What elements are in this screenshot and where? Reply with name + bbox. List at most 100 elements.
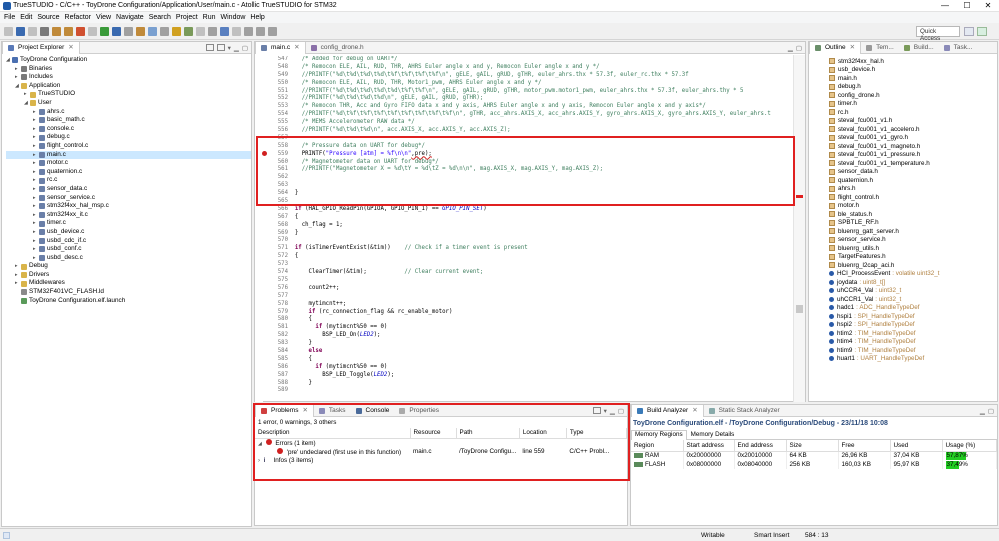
perspective-debug-icon[interactable]: [977, 27, 987, 36]
minimize-view-icon[interactable]: ▁: [980, 407, 985, 415]
open-type-icon[interactable]: [147, 27, 157, 36]
outline-item[interactable]: bluenrg_utils.h: [829, 244, 997, 253]
close-button[interactable]: ✕: [978, 0, 998, 12]
outline-item[interactable]: TargetFeatures.h: [829, 253, 997, 262]
tree-item[interactable]: ▸ main.c: [6, 150, 251, 160]
outline-item[interactable]: HCI_ProcessEvent: volatile uint32_t: [829, 270, 997, 279]
menu-refactor[interactable]: Refactor: [65, 14, 91, 21]
tab-build-analyzer[interactable]: Build Analyzer ✕: [631, 404, 704, 417]
outline-item[interactable]: bluenrg_l2cap_aci.h: [829, 261, 997, 270]
minimize-view-icon[interactable]: ▁: [788, 44, 793, 52]
prev-annotation-icon[interactable]: [195, 27, 205, 36]
maximize-view-icon[interactable]: ▢: [796, 44, 802, 52]
tree-item[interactable]: ▸ timer.c: [6, 219, 251, 228]
memory-region-row[interactable]: FLASH 0x08000000 0x08040000 256 KB 160,03 KB…: [631, 460, 997, 469]
outline-item[interactable]: hspi1: SPI_HandleTypeDef: [829, 312, 997, 321]
column-size[interactable]: Size: [786, 440, 839, 452]
next-annotation-icon[interactable]: [183, 27, 193, 36]
minimize-button[interactable]: —: [935, 0, 955, 12]
menu-source[interactable]: Source: [37, 14, 59, 21]
back-icon[interactable]: [219, 27, 229, 36]
tab-project-explorer[interactable]: Project Explorer ✕: [2, 41, 80, 54]
tree-item[interactable]: ▸ console.c: [6, 125, 251, 134]
quick-access-field[interactable]: Quick Access: [916, 26, 960, 42]
tab-main-c[interactable]: main.c ✕: [255, 41, 306, 54]
forward-icon[interactable]: [231, 27, 241, 36]
menu-edit[interactable]: Edit: [20, 14, 32, 21]
tree-item[interactable]: ▸ stm32f4xx_hal_msp.c: [6, 202, 251, 211]
tab-outline[interactable]: Outline ✕: [809, 41, 862, 54]
tree-item[interactable]: ◢ ToyDrone Configuration: [6, 56, 251, 65]
tree-item[interactable]: ▸ quaternion.c: [6, 168, 251, 177]
maximize-button[interactable]: ☐: [957, 0, 977, 12]
outline-item[interactable]: steval_fcu001_v1_magneto.h: [829, 142, 997, 151]
outline-item[interactable]: sensor_service.h: [829, 236, 997, 245]
outline-item[interactable]: joydata: uint8_t[]: [829, 278, 997, 287]
column-usage[interactable]: Usage (%): [942, 440, 997, 452]
minimize-view-icon[interactable]: ▁: [234, 44, 239, 52]
build-all-icon[interactable]: [63, 27, 73, 36]
close-tab-icon[interactable]: ✕: [850, 42, 855, 54]
outline-item[interactable]: flight_control.h: [829, 193, 997, 202]
close-tab-icon[interactable]: ✕: [692, 405, 697, 417]
column-end-address[interactable]: End address: [734, 440, 787, 452]
menu-navigate[interactable]: Navigate: [116, 14, 144, 21]
tree-item[interactable]: ▸ Binaries: [6, 65, 251, 74]
scroll-thumb[interactable]: [796, 305, 803, 313]
outline-item[interactable]: uhCCR4_Val: uint32_t: [829, 287, 997, 296]
tree-item[interactable]: ▸ motor.c: [6, 159, 251, 168]
tab-task-list[interactable]: Task...: [939, 42, 978, 54]
outline-item[interactable]: bluenrg_gatt_server.h: [829, 227, 997, 236]
save-icon[interactable]: [15, 27, 25, 36]
outline-item[interactable]: sensor_data.h: [829, 168, 997, 177]
outline-item[interactable]: steval_fcu001_v1.h: [829, 117, 997, 126]
tree-item[interactable]: ▸ Debug: [6, 262, 251, 271]
tree-item[interactable]: ▸ basic_math.c: [6, 116, 251, 125]
outline-item[interactable]: steval_fcu001_v1_pressure.h: [829, 151, 997, 160]
outline-item[interactable]: steval_fcu001_v1_accelero.h: [829, 125, 997, 134]
tab-build-targets[interactable]: Build...: [899, 42, 939, 54]
tree-item[interactable]: ▸ usbd_conf.c: [6, 245, 251, 254]
close-tab-icon[interactable]: ✕: [294, 42, 299, 54]
save-all-icon[interactable]: [27, 27, 37, 36]
tools-icon[interactable]: [135, 27, 145, 36]
link-editor-icon[interactable]: [216, 44, 225, 51]
tree-item[interactable]: ▸ Drivers: [6, 271, 251, 280]
tree-item[interactable]: ▸ stm32f4xx_it.c: [6, 211, 251, 220]
maximize-view-icon[interactable]: ▢: [242, 44, 248, 52]
more-icon[interactable]: [267, 27, 277, 36]
tree-item[interactable]: ▸ usb_device.c: [6, 228, 251, 237]
menu-view[interactable]: View: [96, 14, 111, 21]
column-region[interactable]: Region: [631, 440, 684, 452]
print-icon[interactable]: [39, 27, 49, 36]
outline-item[interactable]: steval_fcu001_v1_temperature.h: [829, 159, 997, 168]
menu-run[interactable]: Run: [203, 14, 216, 21]
column-start-address[interactable]: Start address: [683, 440, 735, 452]
outline-item[interactable]: steval_fcu001_v1_gyro.h: [829, 134, 997, 143]
subtab-memory-regions[interactable]: Memory Regions: [631, 429, 687, 440]
tree-item[interactable]: ▸ usbd_cdc_if.c: [6, 236, 251, 245]
column-used[interactable]: Used: [890, 440, 943, 452]
code-area[interactable]: 547 /* Added for debug on UART*/548 /* R…: [261, 56, 791, 402]
view-menu-icon[interactable]: ▾: [228, 44, 231, 52]
window-icon[interactable]: [243, 27, 253, 36]
outline-item[interactable]: main.h: [829, 74, 997, 83]
menu-help[interactable]: Help: [250, 14, 264, 21]
tab-static-stack-analyzer[interactable]: Static Stack Analyzer: [704, 405, 785, 417]
outline-item[interactable]: hadc1: ADC_HandleTypeDef: [829, 304, 997, 313]
outline-item[interactable]: uhCCR1_Val: uint32_t: [829, 295, 997, 304]
layout-icon[interactable]: [255, 27, 265, 36]
tree-item[interactable]: ▸ Includes: [6, 73, 251, 82]
new-icon[interactable]: [3, 27, 13, 36]
menu-window[interactable]: Window: [221, 14, 246, 21]
outline-item[interactable]: htim2: TIM_HandleTypeDef: [829, 329, 997, 338]
outline-item[interactable]: debug.h: [829, 83, 997, 92]
tree-item[interactable]: ▸ Middlewares: [6, 279, 251, 288]
tab-templates[interactable]: Tem...: [861, 42, 899, 54]
tree-item[interactable]: ▸ ahrs.c: [6, 108, 251, 117]
outline-item[interactable]: quaternion.h: [829, 176, 997, 185]
editor-vertical-scrollbar[interactable]: [793, 55, 805, 402]
run-icon[interactable]: [111, 27, 121, 36]
separator-icon[interactable]: [87, 27, 97, 36]
outline-item[interactable]: huart1: UART_HandleTypeDef: [829, 355, 997, 364]
